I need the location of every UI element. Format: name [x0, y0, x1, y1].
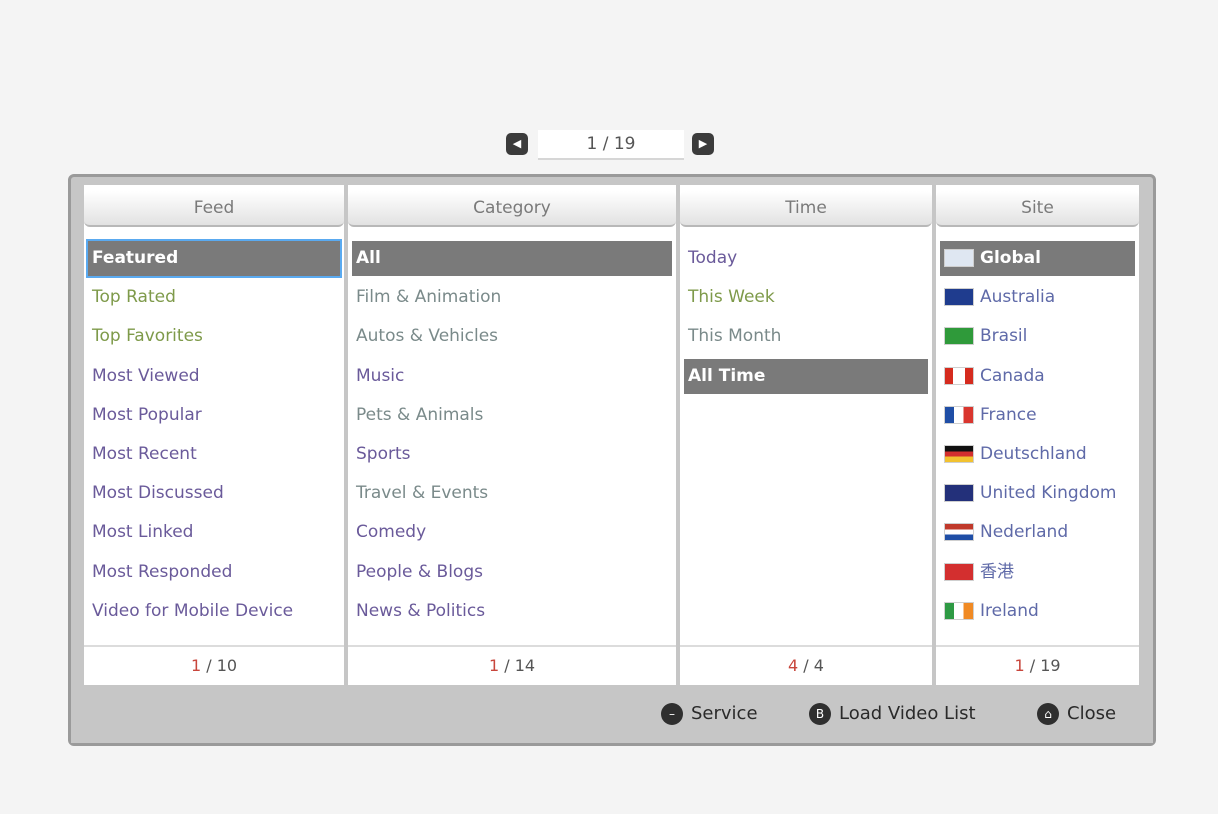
category-column: Category All Film & Animation Autos & Ve…: [348, 185, 676, 685]
feed-item-most-discussed[interactable]: Most Discussed: [88, 476, 340, 511]
arrow-left-icon[interactable]: ◀: [506, 133, 528, 155]
time-list: Today This Week This Month All Time: [684, 241, 928, 398]
site-page-total: / 19: [1024, 656, 1061, 675]
globe-icon: [944, 249, 974, 267]
category-page-total: / 14: [499, 656, 536, 675]
time-page-current: 4: [788, 656, 799, 675]
brasil-flag-icon: [944, 327, 974, 346]
australia-flag-icon: [944, 288, 974, 307]
site-label-global: Global: [980, 248, 1041, 268]
netherlands-flag-icon: [944, 523, 974, 542]
hong-kong-flag-icon: [944, 562, 974, 581]
time-column: Time Today This Week This Month All Time…: [680, 185, 932, 685]
feed-item-top-favorites[interactable]: Top Favorites: [88, 319, 340, 354]
site-column: Site Global Australia Brasil Canada Fran…: [936, 185, 1139, 685]
category-item-sports[interactable]: Sports: [352, 437, 672, 472]
b-button-icon: B: [809, 703, 831, 725]
service-label: Service: [691, 703, 758, 724]
time-page-total: / 4: [798, 656, 824, 675]
site-item-australia[interactable]: Australia: [940, 280, 1135, 315]
category-item-film-animation[interactable]: Film & Animation: [352, 280, 672, 315]
category-item-all[interactable]: All: [352, 241, 672, 276]
site-item-france[interactable]: France: [940, 398, 1135, 433]
feed-item-featured[interactable]: Featured: [86, 239, 342, 278]
site-item-deutschland[interactable]: Deutschland: [940, 437, 1135, 472]
time-page-indicator: 4 / 4: [680, 645, 932, 685]
feed-page-current: 1: [190, 656, 202, 675]
site-label-australia: Australia: [980, 287, 1056, 308]
category-item-pets-animals[interactable]: Pets & Animals: [352, 398, 672, 433]
site-label-deutschland: Deutschland: [980, 443, 1087, 464]
category-item-comedy[interactable]: Comedy: [352, 515, 672, 550]
feed-item-most-viewed[interactable]: Most Viewed: [88, 359, 340, 394]
category-item-music[interactable]: Music: [352, 359, 672, 394]
site-list: Global Australia Brasil Canada France De…: [940, 241, 1135, 633]
site-item-brasil[interactable]: Brasil: [940, 319, 1135, 354]
time-item-all-time[interactable]: All Time: [684, 358, 928, 394]
close-label: Close: [1067, 703, 1117, 724]
feed-page-total: / 10: [201, 656, 238, 675]
feed-page-indicator: 1 / 10: [84, 645, 344, 685]
category-item-travel-events[interactable]: Travel & Events: [352, 476, 672, 511]
time-item-this-week[interactable]: This Week: [684, 280, 928, 315]
feed-item-most-recent[interactable]: Most Recent: [88, 437, 340, 472]
category-header: Category: [348, 191, 676, 227]
site-item-ireland[interactable]: Ireland: [940, 594, 1135, 629]
action-bar: – Service B Load Video List ⌂ Close: [71, 687, 1153, 743]
category-item-autos-vehicles[interactable]: Autos & Vehicles: [352, 319, 672, 354]
germany-flag-icon: [944, 444, 974, 463]
ireland-flag-icon: [944, 601, 974, 620]
home-button-icon: ⌂: [1037, 703, 1059, 725]
site-label-hong-kong: 香港: [980, 561, 1014, 582]
close-button[interactable]: ⌂ Close: [1037, 699, 1116, 729]
site-header: Site: [936, 191, 1139, 227]
site-item-united-kingdom[interactable]: United Kingdom: [940, 476, 1135, 511]
feed-item-top-rated[interactable]: Top Rated: [88, 280, 340, 315]
feed-item-most-linked[interactable]: Most Linked: [88, 515, 340, 550]
site-label-brasil: Brasil: [980, 326, 1028, 347]
feed-list: Featured Top Rated Top Favorites Most Vi…: [86, 239, 342, 633]
feed-item-most-popular[interactable]: Most Popular: [88, 398, 340, 433]
minus-button-icon: –: [661, 703, 683, 725]
site-item-global[interactable]: Global: [940, 241, 1135, 276]
canada-flag-icon: [944, 366, 974, 385]
site-label-canada: Canada: [980, 365, 1045, 386]
category-list: All Film & Animation Autos & Vehicles Mu…: [352, 241, 672, 633]
site-label-france: France: [980, 404, 1037, 425]
time-header: Time: [680, 191, 932, 227]
category-page-current: 1: [488, 656, 500, 675]
filter-panel: Feed Featured Top Rated Top Favorites Mo…: [68, 174, 1156, 746]
site-label-nederland: Nederland: [980, 522, 1069, 543]
load-video-list-label: Load Video List: [839, 703, 976, 724]
category-item-people-blogs[interactable]: People & Blogs: [352, 555, 672, 590]
site-item-nederland[interactable]: Nederland: [940, 515, 1135, 550]
category-page-indicator: 1 / 14: [348, 645, 676, 685]
time-item-today[interactable]: Today: [684, 241, 928, 276]
page-navigator: ◀ 1 / 19 ▶: [504, 130, 718, 160]
site-label-ireland: Ireland: [980, 600, 1039, 621]
uk-flag-icon: [944, 484, 974, 503]
time-item-this-month[interactable]: This Month: [684, 319, 928, 354]
feed-item-mobile-video[interactable]: Video for Mobile Device: [88, 594, 340, 629]
site-page-indicator: 1 / 19: [936, 645, 1139, 685]
page-counter: 1 / 19: [538, 130, 684, 160]
site-page-current: 1: [1014, 656, 1025, 675]
feed-header: Feed: [84, 191, 344, 227]
category-item-news-politics[interactable]: News & Politics: [352, 594, 672, 629]
feed-item-most-responded[interactable]: Most Responded: [88, 555, 340, 590]
site-item-canada[interactable]: Canada: [940, 359, 1135, 394]
arrow-right-icon[interactable]: ▶: [692, 133, 714, 155]
site-label-united-kingdom: United Kingdom: [980, 483, 1117, 504]
load-video-list-button[interactable]: B Load Video List: [809, 699, 976, 729]
france-flag-icon: [944, 405, 974, 424]
service-button[interactable]: – Service: [661, 699, 758, 729]
site-item-hong-kong[interactable]: 香港: [940, 555, 1135, 590]
feed-column: Feed Featured Top Rated Top Favorites Mo…: [84, 185, 344, 685]
